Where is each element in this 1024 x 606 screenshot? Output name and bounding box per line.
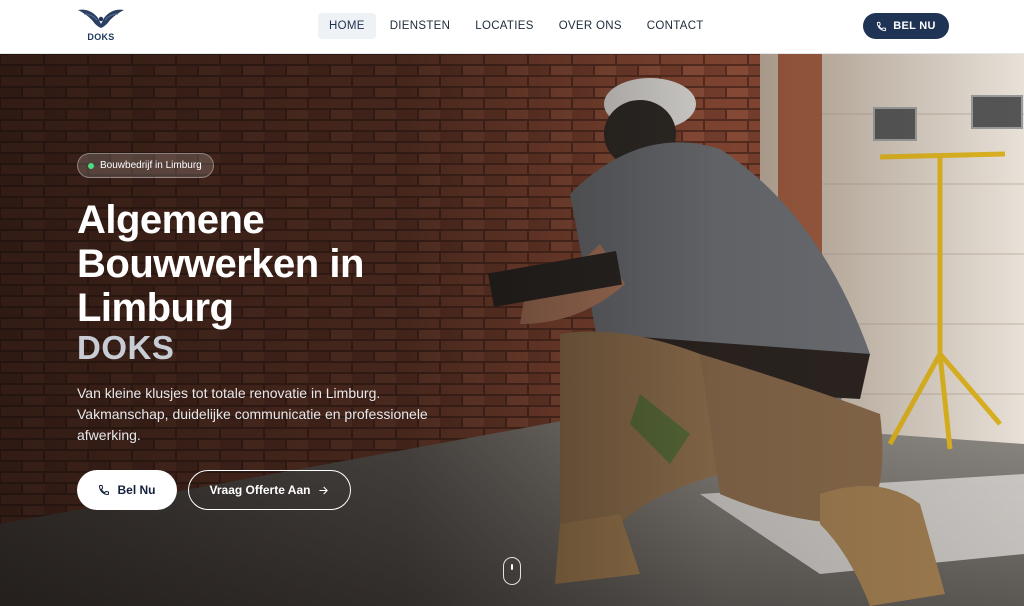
quote-request-button[interactable]: Vraag Offerte Aan [188,470,351,510]
hero-lead-text: Van kleine klusjes tot totale renovatie … [77,385,428,443]
site-header: DOKS HOME DIENSTEN LOCATIES OVER ONS CON… [0,0,1024,54]
mouse-scroll-icon[interactable] [503,557,521,585]
bel-nu-button[interactable]: Bel Nu [77,470,177,510]
nav-home[interactable]: HOME [318,13,376,39]
nav-locaties[interactable]: LOCATIES [464,13,544,39]
badge-label: Bouwbedrijf in Limburg [100,160,202,171]
header-call-button[interactable]: BEL NU [863,13,949,39]
hero-title-line-2: Bouwwerken in [77,242,364,286]
quote-request-label: Vraag Offerte Aan [209,483,311,497]
arrow-right-icon [319,486,329,494]
nav-over-ons[interactable]: OVER ONS [548,13,633,39]
status-dot-icon [88,162,94,169]
logo-wordmark: DOKS [87,32,115,42]
doks-logo[interactable]: DOKS [76,6,126,44]
eagle-logo-icon [78,9,124,28]
scroll-wheel-dot [511,564,513,570]
nav-contact[interactable]: CONTACT [636,13,715,39]
hero-section: Bouwbedrijf in Limburg Algemene Bouwwerk… [0,54,1024,606]
hero-title: Algemene Bouwwerken in Limburg [77,198,497,330]
header-call-label: BEL NU [893,20,936,32]
phone-icon [99,485,110,496]
nav-diensten[interactable]: DIENSTEN [379,13,462,39]
main-nav: HOME DIENSTEN LOCATIES OVER ONS CONTACT [318,13,718,39]
bel-nu-label: Bel Nu [117,483,156,497]
location-badge: Bouwbedrijf in Limburg [77,153,214,178]
hero-title-line-1: Algemene [77,198,265,242]
hero-brand-name: DOKS [77,329,175,366]
hero-title-line-3: Limburg [77,286,234,330]
phone-icon [877,21,887,31]
